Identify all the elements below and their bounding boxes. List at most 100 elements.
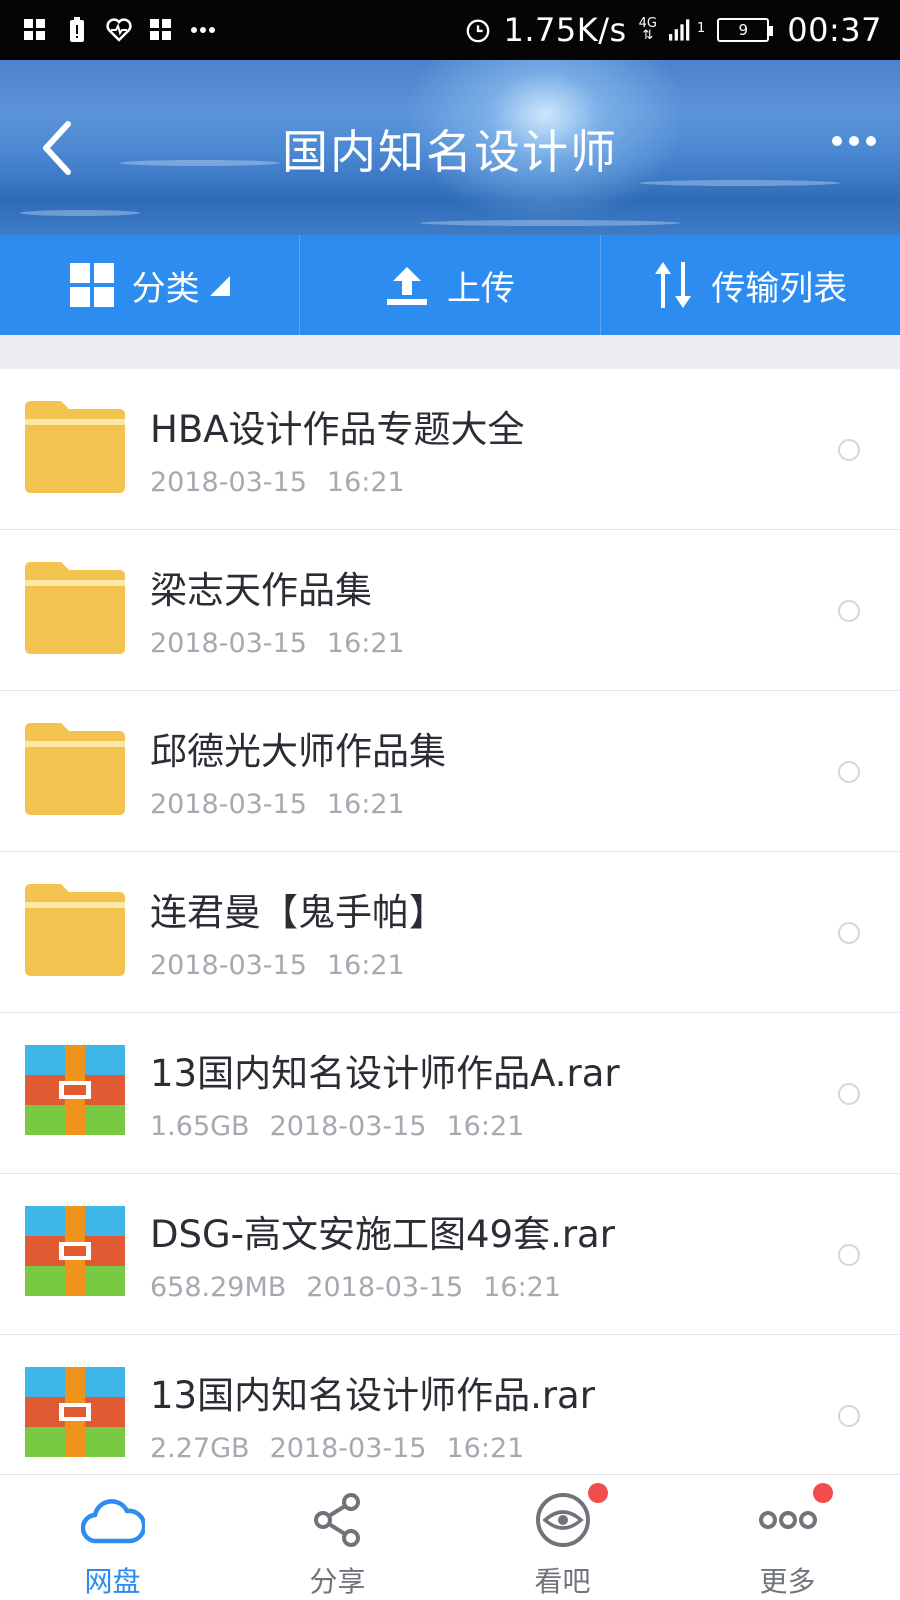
more-options-button[interactable] [832,136,876,146]
file-size: 2.27GB [150,1433,250,1464]
file-date: 2018-03-15 [150,950,307,981]
select-checkbox[interactable] [838,439,860,461]
dot [832,136,842,146]
battery-indicator: 9 [717,18,774,42]
list-item[interactable]: DSG-高文安施工图49套.rar 658.29MB 2018-03-15 16:2… [0,1174,900,1335]
list-item[interactable]: 13国内知名设计师作品.rar 2.27GB 2018-03-15 16:21 [0,1335,900,1496]
list-item[interactable]: HBA设计作品专题大全 2018-03-15 16:21 [0,369,900,530]
share-icon [305,1489,371,1550]
alarm-icon [465,17,491,43]
select-checkbox[interactable] [838,922,860,944]
archive-file-icon [25,1045,125,1137]
file-time: 16:21 [326,628,405,659]
file-list: HBA设计作品专题大全 2018-03-15 16:21 梁志天作品集 2018-… [0,369,900,1496]
transfer-list-label: 传输列表 [711,268,848,309]
clock: 00:37 [787,11,882,49]
action-toolbar: 分类 上传 传输列表 [0,235,900,335]
file-meta: 658.29MB 2018-03-15 16:21 [150,1272,615,1303]
file-name: DSG-高文安施工图49套.rar [150,1213,615,1256]
file-meta: 2018-03-15 16:21 [150,789,446,820]
nav-tab-more[interactable]: 更多 [675,1475,900,1600]
dropdown-triangle-icon [209,265,230,305]
select-checkbox[interactable] [838,761,860,783]
file-time: 16:21 [326,950,405,981]
file-size: 1.65GB [150,1111,250,1142]
file-size: 658.29MB [150,1272,287,1303]
transfer-arrows-icon [653,262,693,308]
notification-badge [587,1483,608,1503]
select-checkbox[interactable] [838,1244,860,1266]
separator-strip [0,335,900,369]
file-meta: 2018-03-15 16:21 [150,628,405,659]
transfer-list-button[interactable]: 传输列表 [601,235,900,335]
file-name: 13国内知名设计师作品A.rar [150,1052,620,1095]
list-item[interactable]: 13国内知名设计师作品A.rar 1.65GB 2018-03-15 16:21 [0,1013,900,1174]
file-meta: 2018-03-15 16:21 [150,467,525,498]
list-item[interactable]: 连君曼【鬼手帕】 2018-03-15 16:21 [0,852,900,1013]
select-checkbox[interactable] [838,1083,860,1105]
nav-label: 分享 [309,1565,366,1598]
file-meta: 2.27GB 2018-03-15 16:21 [150,1433,595,1464]
wave-decoration [420,220,680,226]
nav-tab-share[interactable]: 分享 [225,1475,450,1600]
notification-badge [812,1483,833,1503]
file-name: HBA设计作品专题大全 [150,408,525,451]
file-date: 2018-03-15 [150,628,307,659]
network-type: 4G ⇅ [638,16,657,43]
upload-label: 上传 [446,268,515,309]
archive-file-icon [25,1206,125,1298]
dot [849,136,859,146]
file-date: 2018-03-15 [306,1272,464,1303]
nav-label: 网盘 [84,1565,141,1598]
file-date: 2018-03-15 [150,467,307,498]
wave-decoration [20,210,140,216]
select-checkbox[interactable] [838,600,860,622]
file-meta: 1.65GB 2018-03-15 16:21 [150,1111,620,1142]
upload-button[interactable]: 上传 [300,235,601,335]
file-name: 13国内知名设计师作品.rar [150,1374,595,1417]
signal-sim-number: 1 [697,21,706,36]
file-name: 梁志天作品集 [150,569,372,612]
list-item[interactable]: 邱德光大师作品集 2018-03-15 16:21 [0,691,900,852]
folder-icon [25,884,125,976]
health-icon [106,17,132,43]
dot [866,136,876,146]
file-date: 2018-03-15 [269,1111,427,1142]
page-title: 国内知名设计师 [282,125,618,179]
nav-label: 看吧 [534,1565,591,1598]
file-time: 16:21 [446,1111,525,1142]
select-checkbox[interactable] [838,1405,860,1427]
overflow-icon [190,17,216,43]
archive-file-icon [25,1367,125,1459]
battery-alert-icon [64,17,90,43]
file-date: 2018-03-15 [269,1433,427,1464]
cloud-icon [80,1489,146,1550]
file-name: 连君曼【鬼手帕】 [150,891,446,934]
nav-tab-cloud-drive[interactable]: 网盘 [0,1475,225,1600]
file-name: 邱德光大师作品集 [150,730,446,773]
app-notification-icon [22,17,48,43]
header-banner: 国内知名设计师 [0,60,900,235]
category-label: 分类 [131,268,200,309]
folder-icon [25,723,125,815]
file-date: 2018-03-15 [150,789,307,820]
file-time: 16:21 [483,1272,562,1303]
list-item[interactable]: 梁志天作品集 2018-03-15 16:21 [0,530,900,691]
system-status: 1.75K/s 4G ⇅ 1 9 00:37 [465,11,882,49]
file-meta: 2018-03-15 16:21 [150,950,446,981]
upload-icon [385,263,429,307]
nav-tab-watch[interactable]: 看吧 [450,1475,675,1600]
file-time: 16:21 [446,1433,525,1464]
more-dots-icon [755,1483,833,1550]
app-notification-icon-2 [148,17,174,43]
folder-icon [25,401,125,493]
notification-icons [22,17,216,43]
status-bar: 1.75K/s 4G ⇅ 1 9 00:37 [0,0,900,60]
bottom-navigation: 网盘 分享 看吧 更多 [0,1474,900,1600]
file-time: 16:21 [326,789,405,820]
category-button[interactable]: 分类 [0,235,301,335]
network-speed: 1.75K/s [503,11,627,49]
folder-icon [25,562,125,654]
signal-icon [669,17,695,43]
network-type-label: 4G [638,16,657,31]
